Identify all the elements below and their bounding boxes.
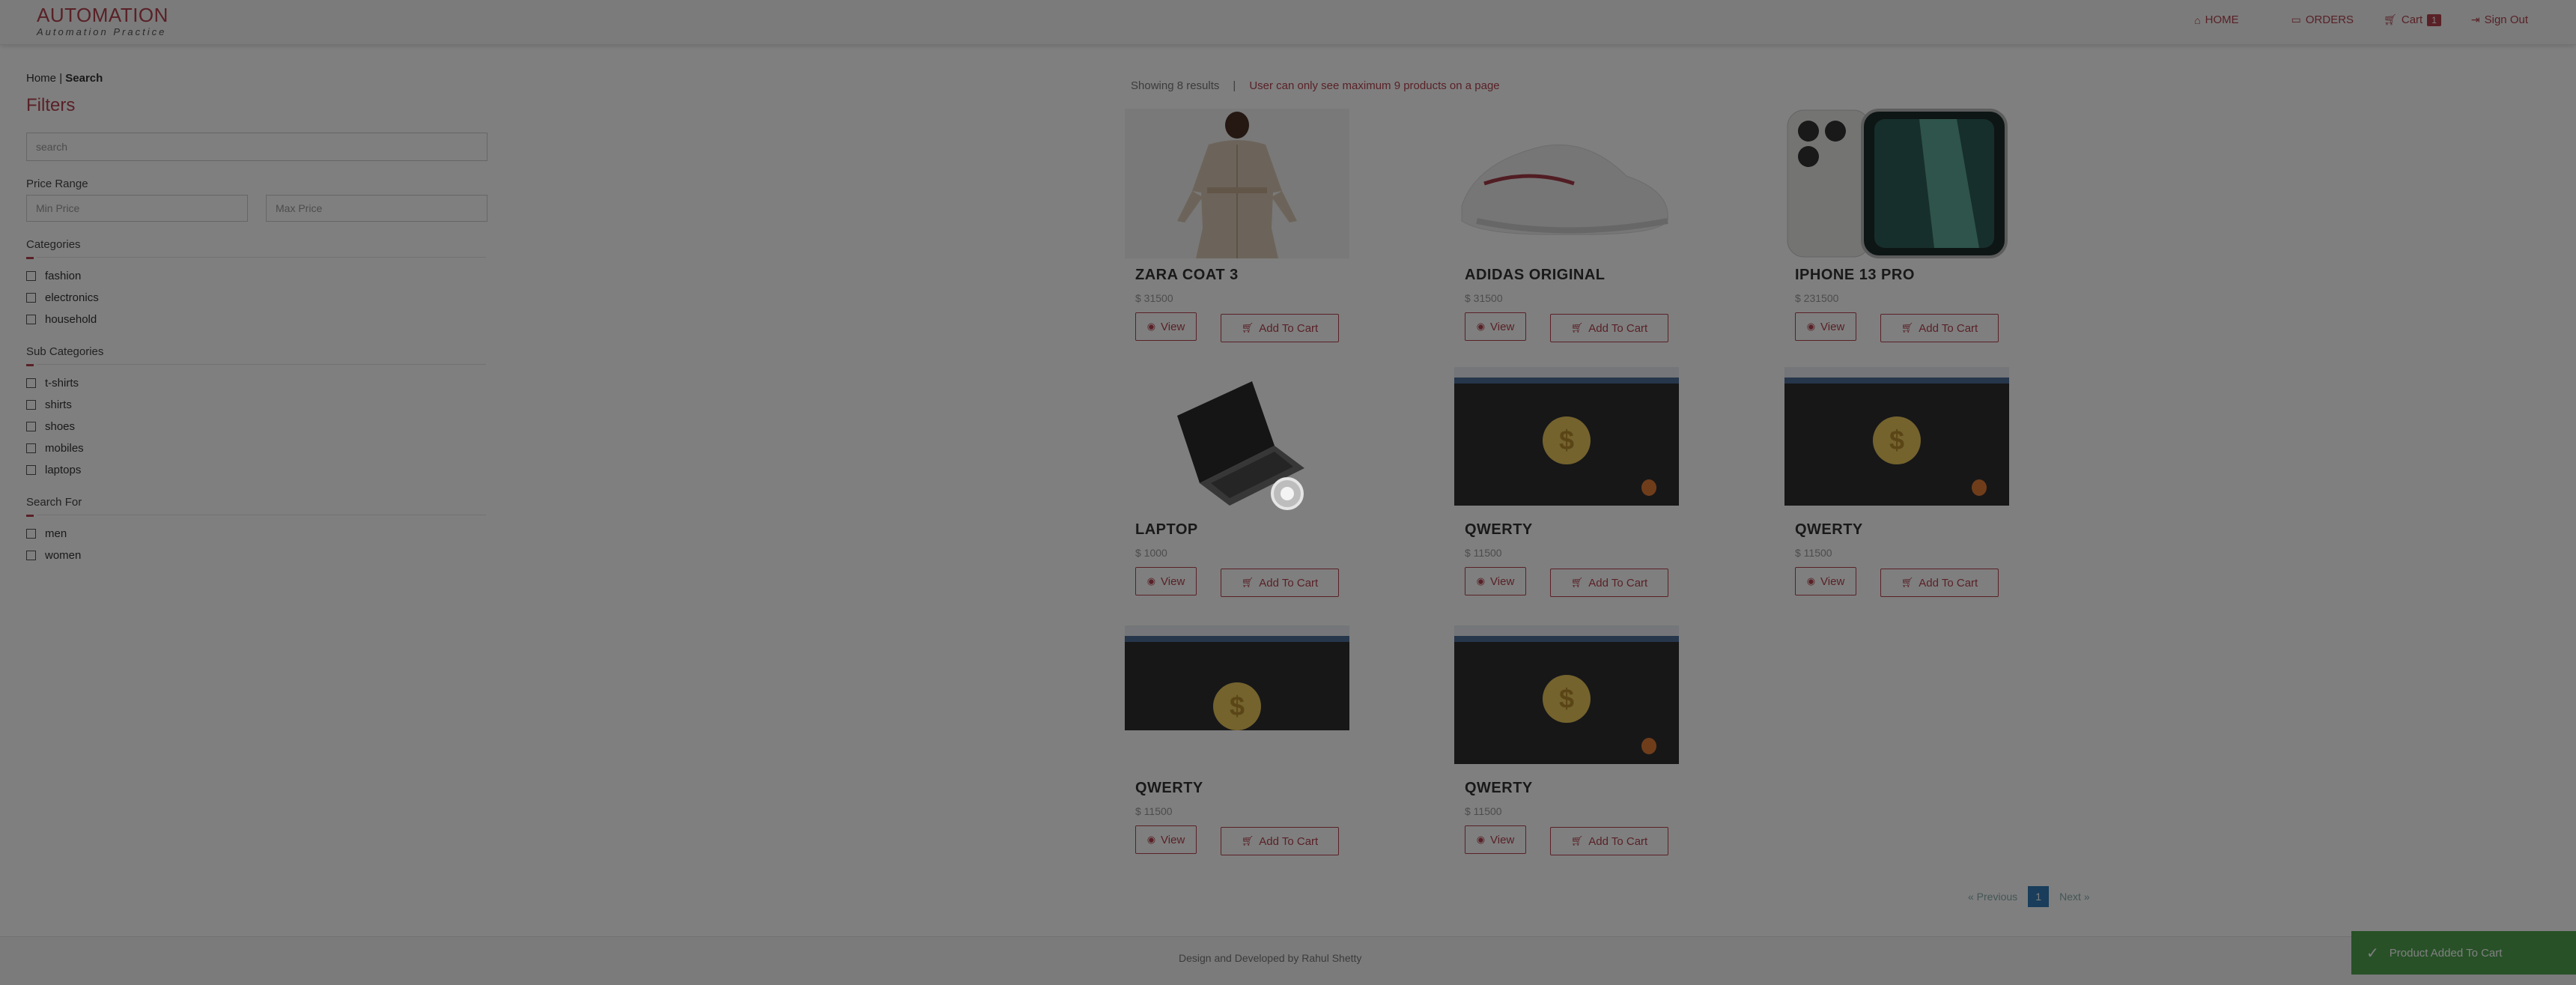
loading-spinner-icon — [1271, 477, 1304, 510]
loading-overlay — [0, 0, 2576, 985]
